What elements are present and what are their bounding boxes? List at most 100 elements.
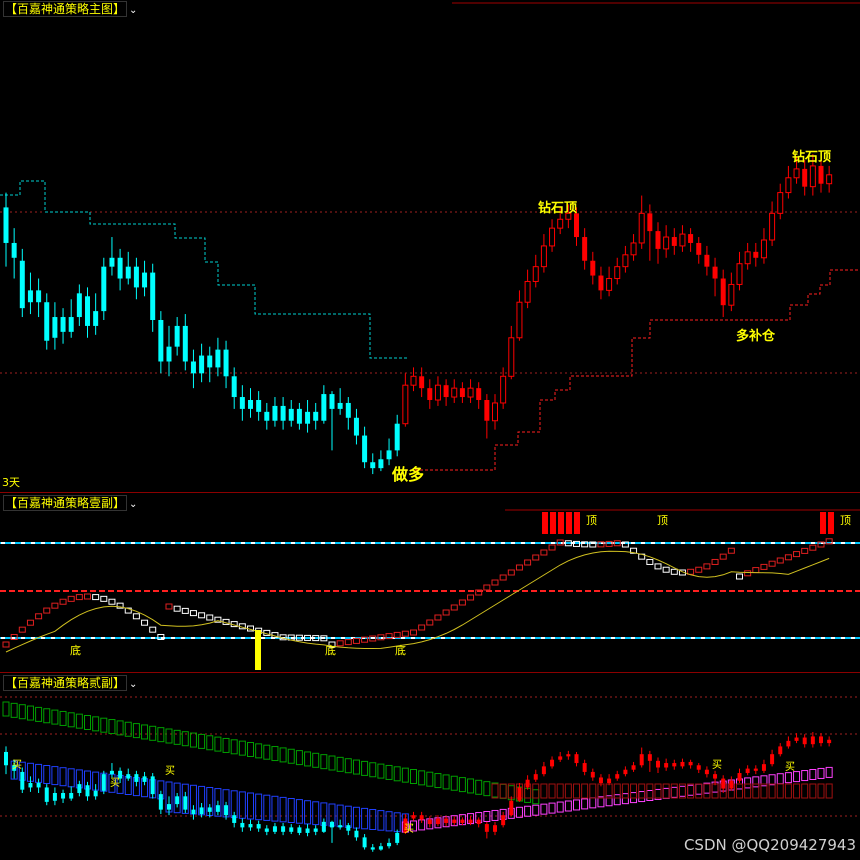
mini-candle-body <box>354 830 359 838</box>
magenta-band-box <box>548 802 556 814</box>
go-long-label: 做多 <box>392 465 425 484</box>
mini-candle-body <box>574 754 579 764</box>
trend-band-box <box>222 737 230 753</box>
trend-band-box <box>458 777 466 793</box>
candle-body <box>68 317 74 332</box>
trend-band-box <box>418 770 426 786</box>
trend-band-box <box>499 783 507 799</box>
candle-body <box>809 165 816 188</box>
candle-body <box>419 376 425 389</box>
oscillator-box <box>744 570 752 577</box>
mini-candle-body <box>615 774 620 779</box>
trend-band-box <box>26 705 34 721</box>
mini-candle-body <box>435 818 440 825</box>
candle-body <box>590 260 596 276</box>
blue-band-box <box>385 811 393 832</box>
trend-band-box <box>67 712 75 728</box>
magenta-band-box <box>638 791 646 803</box>
candle-body <box>133 266 139 288</box>
mini-candle-body <box>248 824 253 828</box>
oscillator-box <box>532 554 540 561</box>
trend-band-box <box>312 752 320 768</box>
candle-body <box>296 408 302 424</box>
candle-body <box>492 402 498 422</box>
trend-band-box <box>361 760 369 776</box>
candle-body <box>11 242 17 258</box>
trend-band-box <box>344 758 352 774</box>
oscillator-box <box>768 560 776 567</box>
candle-body <box>378 459 384 469</box>
chevron-down-icon[interactable]: ⌄ <box>129 496 137 514</box>
candle-body <box>362 435 368 463</box>
top-signal-bar <box>550 512 556 534</box>
oscillator-box <box>181 607 189 614</box>
candle-body <box>44 302 50 341</box>
oscillator-box <box>75 594 83 601</box>
candle-body <box>93 311 99 326</box>
oscillator-box <box>515 564 523 571</box>
candle-body <box>712 266 718 279</box>
main-chart-panel: 【百嘉神通策略主图】 ⌄ 3天 钻石顶 钻石顶 做多 多补仓 <box>0 0 860 492</box>
trend-band-box <box>141 724 149 740</box>
blue-band-box <box>295 799 303 824</box>
trend-band-box <box>434 773 442 789</box>
buy-label: 买 <box>404 824 414 835</box>
top-label: 顶 <box>657 514 668 527</box>
lower-band-box <box>621 783 629 799</box>
lower-band-box <box>776 783 784 799</box>
oscillator-box <box>100 595 108 602</box>
magenta-band-box <box>793 771 801 783</box>
oscillator-box <box>760 563 768 570</box>
candle-body <box>402 384 409 425</box>
mini-candle-body <box>460 819 465 823</box>
chevron-down-icon[interactable]: ⌄ <box>129 2 137 20</box>
trend-band-box <box>173 729 181 745</box>
mini-candle-body <box>623 769 628 775</box>
mini-candle-body <box>175 796 180 805</box>
lower-band-box <box>670 783 678 799</box>
oscillator-box <box>108 598 116 605</box>
candle-body <box>508 337 515 377</box>
sub1-indicator-tab[interactable]: 【百嘉神通策略壹副】 ⌄ <box>0 494 140 512</box>
trend-band-box <box>2 701 10 717</box>
oscillator-box <box>393 631 401 638</box>
mini-candle-body <box>289 827 294 832</box>
mini-candle-body <box>370 847 375 850</box>
candle-body <box>3 207 9 243</box>
blue-band-box <box>263 794 271 821</box>
blue-band-box <box>67 768 75 788</box>
main-indicator-tab[interactable]: 【百嘉神通策略主图】 ⌄ <box>0 0 140 18</box>
trend-band-box <box>189 732 197 748</box>
lower-band-box <box>548 783 556 799</box>
candle-body <box>802 168 808 187</box>
mini-candle-body <box>778 746 783 755</box>
oscillator-box <box>752 567 760 574</box>
top-signal-bar <box>820 512 826 534</box>
main-indicator-label: 【百嘉神通策略主图】 <box>3 1 128 17</box>
lower-band-box <box>573 783 580 799</box>
oscillator-box <box>434 614 442 621</box>
oscillator-box <box>458 599 466 606</box>
candle-body <box>215 349 221 368</box>
blue-band-box <box>51 766 59 786</box>
mini-candle-body <box>272 826 277 832</box>
mini-candle-body <box>598 777 603 784</box>
lower-band-box <box>499 783 507 799</box>
magenta-band-box <box>752 776 760 788</box>
chevron-down-icon[interactable]: ⌄ <box>129 676 137 694</box>
trend-band-box <box>238 740 246 756</box>
top-signal-bar <box>828 512 834 534</box>
mini-candle-body <box>721 778 726 789</box>
trend-band-box <box>385 764 393 780</box>
blue-band-box <box>271 795 279 822</box>
lower-band-box <box>784 783 792 799</box>
candle-body <box>532 266 539 282</box>
trend-band-box <box>165 728 173 744</box>
candle-body <box>394 423 400 451</box>
lower-band-box <box>744 783 752 799</box>
candle-body <box>459 388 465 398</box>
mini-candle-body <box>77 784 82 793</box>
mini-candle-body <box>509 800 514 816</box>
mini-candle-body <box>737 773 742 781</box>
sub2-indicator-tab[interactable]: 【百嘉神通策略贰副】 ⌄ <box>0 674 140 692</box>
